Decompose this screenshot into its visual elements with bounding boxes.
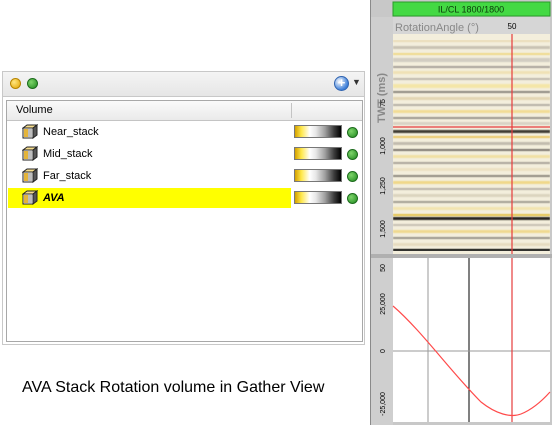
banner-label: IL/CL 1800/1800 [438,5,504,15]
visibility-status-icon[interactable] [347,193,358,204]
x-axis-label: RotationAngle (°) [395,22,479,34]
curve-tick-0: 0 [380,349,387,353]
volume-name: AVA [43,192,65,204]
panel-toolbar: + ▼ [3,72,364,97]
colorbar-swatch[interactable] [294,147,342,160]
volume-panel: + ▼ Volume Near_stack Mid_stack Far_stac… [2,71,365,345]
y-tick-1250: 1,250 [380,177,387,195]
x-tick-label: 50 [508,22,517,31]
visibility-status-icon[interactable] [347,149,358,160]
green-status-icon[interactable] [27,78,38,89]
volume-cube-icon [22,168,38,183]
volume-column-header[interactable]: Volume [16,104,53,116]
y-axis-label: TWT (ms) [376,73,388,123]
volume-table: Volume Near_stack Mid_stack Far_stack AV… [6,100,363,342]
column-separator[interactable] [291,103,292,118]
colorbar-swatch[interactable] [294,191,342,204]
chevron-down-icon[interactable]: ▼ [352,77,361,87]
volume-name: Near_stack [43,126,99,138]
volume-row-ava[interactable]: AVA [8,187,361,208]
volume-name: Far_stack [43,170,92,182]
amplitude-curve-plot[interactable] [392,258,551,422]
curve-tick-neg25000: -25,000 [380,392,387,416]
yellow-status-icon[interactable] [10,78,21,89]
figure-caption: AVA Stack Rotation volume in Gather View [22,379,325,396]
gather-view-canvas[interactable]: IL/CL 1800/1800 RotationAngle (°) 50 TWT… [371,0,552,425]
volume-cube-icon [22,124,38,139]
y-tick-1500: 1,500 [380,220,387,238]
volume-row-far-stack[interactable]: Far_stack [8,165,361,185]
y-tick-1000: 1,000 [380,137,387,155]
visibility-status-icon[interactable] [347,171,358,182]
colorbar-swatch[interactable] [294,169,342,182]
curve-tick-25000: 25,000 [380,293,387,315]
curve-tick-50: 50 [380,264,387,272]
volume-cube-icon [22,146,38,161]
volume-row-mid-stack[interactable]: Mid_stack [8,143,361,163]
y-tick-75: 75 [380,99,387,107]
volume-name: Mid_stack [43,148,93,160]
volume-row-near-stack[interactable]: Near_stack [8,121,361,141]
colorbar-swatch[interactable] [294,125,342,138]
pane-divider[interactable] [371,254,552,258]
volume-cube-icon [22,190,38,205]
seismic-section[interactable] [393,34,550,254]
visibility-status-icon[interactable] [347,127,358,138]
add-volume-button[interactable]: + [334,76,349,91]
gather-view[interactable]: IL/CL 1800/1800 RotationAngle (°) 50 TWT… [370,0,552,425]
table-header: Volume [7,101,362,121]
